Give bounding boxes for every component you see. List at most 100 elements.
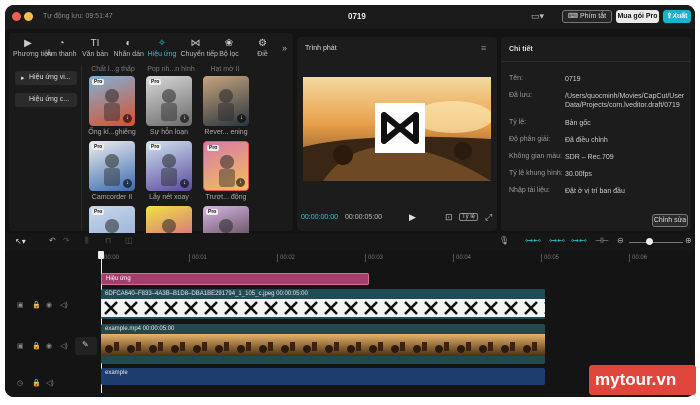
download-icon[interactable]: ↓ bbox=[180, 114, 189, 123]
detail-value: 0719 bbox=[565, 76, 581, 83]
toolbar-text-button[interactable]: TI Văn bản bbox=[80, 39, 110, 59]
video-thumbnails bbox=[101, 334, 545, 356]
visibility-icon[interactable]: ◉ bbox=[46, 301, 52, 309]
redo-icon[interactable]: ↷ bbox=[63, 236, 70, 245]
category-item-2[interactable]: Hiệu ứng c... bbox=[15, 93, 77, 107]
export-button[interactable]: ⇪Xuất bbox=[663, 10, 691, 23]
preview-axis-icon[interactable]: ⊣⊢ bbox=[595, 236, 609, 245]
audio-track-icon[interactable]: ◷ bbox=[17, 379, 23, 387]
linkage-icon[interactable]: ⊶⊷ bbox=[571, 236, 587, 245]
link-main-track-icon[interactable]: ⊶⊷ bbox=[525, 236, 541, 245]
effects-icon: ✧ bbox=[157, 38, 167, 49]
effect-clip-label: Hiệu ứng bbox=[106, 276, 131, 282]
image-thumbnails bbox=[101, 299, 545, 317]
visibility-icon[interactable]: ◉ bbox=[46, 342, 52, 350]
transition-icon: ⋈ bbox=[190, 38, 201, 49]
effect-label: Rever... ening bbox=[204, 129, 248, 136]
split-icon[interactable]: ⫼ bbox=[85, 236, 89, 246]
delete-icon[interactable]: ⊓ bbox=[105, 236, 111, 245]
video-preview[interactable] bbox=[303, 77, 491, 181]
category-item-1[interactable]: ▸ Hiệu ứng vi... bbox=[15, 71, 77, 85]
effect-thumbnail[interactable]: Pro ↓ bbox=[203, 141, 249, 191]
lock-icon[interactable]: 🔒 bbox=[32, 301, 41, 309]
detail-key: Tỷ lệ: bbox=[509, 119, 527, 126]
buy-pro-button[interactable]: Mua gói Pro bbox=[616, 10, 659, 23]
toolbar-sticker-button[interactable]: ◐ Nhãn dán bbox=[113, 38, 144, 59]
toolbar-audio-button[interactable]: ◔ Âm thanh bbox=[47, 39, 77, 59]
snap-icon[interactable]: ⊶⊷ bbox=[549, 236, 565, 245]
toolbar-transition-button[interactable]: ⋈ Chuyển tiếp bbox=[180, 38, 218, 59]
keyboard-icon: ⌨ bbox=[567, 13, 580, 20]
app-window: Tự động lưu: 09:51:47 0719 ▭▾ ⌨ Phím tắt… bbox=[5, 5, 695, 397]
crop-icon[interactable]: ◫ bbox=[125, 236, 133, 245]
toolbar-label: Bộ lọc bbox=[219, 51, 239, 58]
zoom-slider-handle[interactable] bbox=[646, 238, 653, 245]
effect-label: Trượt... động bbox=[205, 194, 247, 201]
mute-icon[interactable]: ◁) bbox=[46, 379, 54, 387]
pro-badge: Pro bbox=[92, 209, 105, 215]
effect-thumbnail[interactable]: Pro ↓ bbox=[89, 141, 135, 191]
lock-icon[interactable]: 🔒 bbox=[32, 379, 41, 387]
video-clip[interactable]: example.mp4 00:00:05:00 bbox=[101, 324, 545, 364]
effect-thumbnail[interactable]: Pro ↓ bbox=[146, 141, 192, 191]
download-icon[interactable]: ↓ bbox=[180, 179, 189, 188]
layout-icon[interactable]: ▭▾ bbox=[531, 11, 544, 22]
effect-thumbnail[interactable]: Pro ↓ bbox=[146, 76, 192, 126]
close-window-button[interactable] bbox=[12, 12, 21, 21]
player-title: Trình phát bbox=[305, 45, 337, 52]
effect-clip[interactable]: Hiệu ứng bbox=[101, 273, 369, 285]
media-panel: ▶ Phương tiện ◔ Âm thanh TI Văn bản ◐ Nhãn dán ✧… bbox=[9, 33, 293, 256]
ratio-button[interactable]: Tỷ lệ bbox=[459, 213, 479, 221]
effect-thumbnail[interactable]: Pro ↓ bbox=[89, 76, 135, 126]
zoom-slider[interactable] bbox=[629, 242, 683, 243]
menu-icon[interactable]: ≡ bbox=[481, 43, 486, 53]
download-icon[interactable]: ↓ bbox=[236, 178, 245, 187]
mute-icon[interactable]: ◁) bbox=[60, 301, 68, 309]
undo-icon[interactable]: ↶ bbox=[49, 236, 56, 245]
toolbar-effects-button[interactable]: ✧ Hiệu ứng bbox=[147, 38, 177, 59]
ruler-label: 00:00 bbox=[104, 255, 120, 261]
toolbar-label: Chuyển tiếp bbox=[180, 51, 218, 58]
track-toggle-icon[interactable]: ▣ bbox=[17, 301, 24, 309]
effect-thumbnail[interactable]: ↓ bbox=[203, 76, 249, 126]
zoom-in-icon[interactable]: ⊕ bbox=[685, 236, 692, 245]
ruler-label: 00:04 bbox=[456, 255, 472, 261]
download-icon[interactable]: ↓ bbox=[123, 114, 132, 123]
cover-button[interactable]: ✎ bbox=[75, 337, 97, 355]
sticker-icon: ◐ bbox=[125, 38, 132, 49]
playhead-handle[interactable] bbox=[98, 251, 104, 259]
toolbar-adjust-button[interactable]: ⚙ Điề bbox=[248, 39, 278, 59]
fullscreen-preview-icon[interactable]: ⊡ bbox=[445, 212, 453, 223]
microphone-icon[interactable]: 🎙 bbox=[499, 236, 509, 245]
toolbar-label: Điề bbox=[257, 51, 268, 58]
player-panel: Trình phát ≡ 00:00:00:00 00:00:05:00 ▶ ⊡… bbox=[297, 37, 497, 231]
mute-icon[interactable]: ◁) bbox=[60, 342, 68, 350]
play-icon[interactable]: ▶ bbox=[409, 212, 416, 223]
ruler-label: 00:05 bbox=[544, 255, 560, 261]
pro-badge: Pro bbox=[92, 144, 105, 150]
details-panel: Chi tiết Tên: 0719 Đã lưu: /Users/quocminh/… bbox=[501, 37, 691, 231]
shortcuts-button[interactable]: ⌨ Phím tắt bbox=[562, 10, 612, 23]
download-icon[interactable]: ↓ bbox=[123, 179, 132, 188]
timeline-toolbar: ↖▾ ↶ ↷ ⫼ ⊓ ◫ 🎙 ⊶⊷ ⊶⊷ ⊶⊷ ⊣⊢ ⊖ ⊕ bbox=[5, 233, 695, 251]
select-tool-icon[interactable]: ↖▾ bbox=[15, 237, 26, 246]
detail-key: Nhập tài liệu: bbox=[509, 187, 550, 194]
time-ruler[interactable]: 00:00 00:01 00:02 00:03 00:04 00:05 00:06 bbox=[5, 251, 695, 265]
toolbar-label: Hiệu ứng bbox=[147, 51, 177, 58]
toolbar-label: Nhãn dán bbox=[113, 51, 144, 58]
ruler-tick bbox=[189, 254, 190, 262]
toolbar-filter-button[interactable]: ❀ Bộ lọc bbox=[214, 39, 244, 59]
download-icon[interactable]: ↓ bbox=[237, 114, 246, 123]
expand-icon[interactable]: ⤢ bbox=[485, 212, 492, 223]
audio-clip[interactable]: example bbox=[101, 368, 545, 385]
track-toggle-icon[interactable]: ▣ bbox=[17, 342, 24, 350]
toolbar-media-button[interactable]: ▶ Phương tiện bbox=[13, 39, 52, 59]
more-tools-icon[interactable]: » bbox=[282, 43, 287, 53]
minimize-window-button[interactable] bbox=[24, 12, 33, 21]
lock-icon[interactable]: 🔒 bbox=[32, 342, 41, 350]
edit-details-button[interactable]: Chỉnh sửa bbox=[652, 214, 688, 227]
pro-badge: Pro bbox=[207, 145, 220, 151]
ruler-label: 00:03 bbox=[368, 255, 384, 261]
image-clip[interactable]: 6DFCA640–F833–4A3B–B1D8–DBA1BE291794_1_1… bbox=[101, 289, 545, 319]
zoom-out-icon[interactable]: ⊖ bbox=[617, 236, 624, 245]
